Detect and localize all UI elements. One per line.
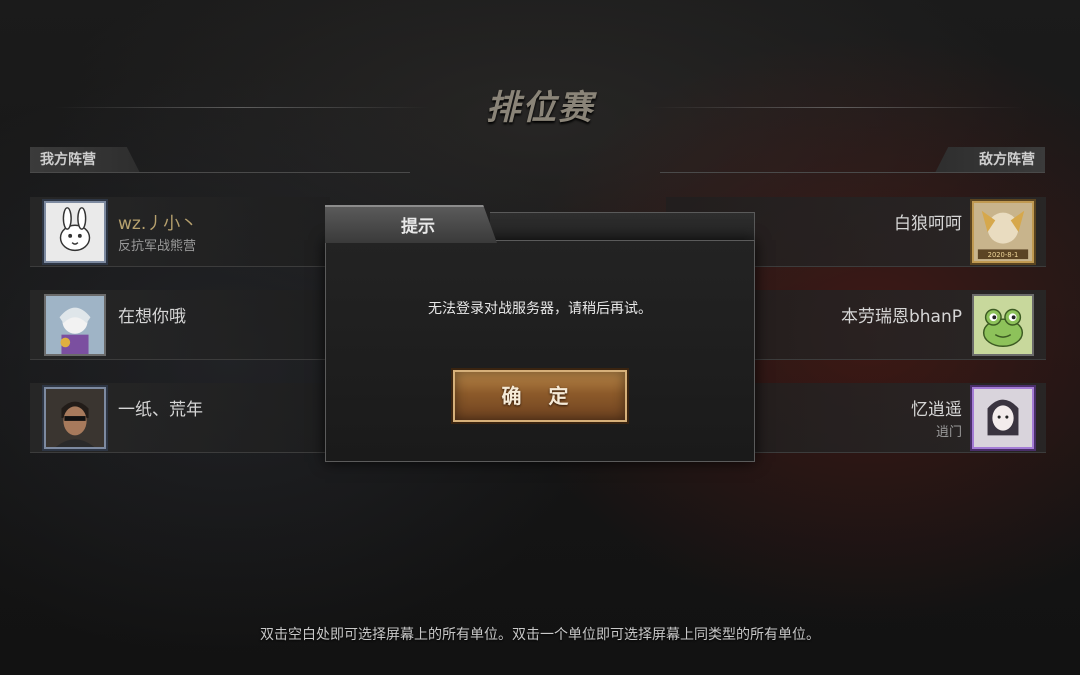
dialog-message: 无法登录对战服务器，请稍后再试。 [428,301,652,317]
my-team-divider [30,172,410,173]
avatar-badge-date: 2020-8-1 [988,251,1019,259]
rabbit-doodle-avatar-icon [46,203,104,261]
player-avatar [972,387,1034,449]
enemy-team-divider [660,172,1045,173]
player-avatar [972,294,1034,356]
player-name: 白狼呵呵 [894,214,962,234]
player-clan: 逍门 [935,425,962,440]
player-name: 一纸、荒年 [118,400,203,420]
my-team-label: 我方阵营 [30,147,140,173]
player-avatar [44,294,106,356]
player-name: 忆逍遥 [911,400,962,420]
dialog-title-bar [490,212,755,241]
my-player-row-1[interactable]: wz.丿小丶 反抗军战熊营 [30,197,330,267]
my-team-header: 我方阵营 [30,147,410,173]
player-name: wz.丿小丶 [118,214,198,234]
page-title: 排位赛 [486,88,594,128]
enemy-team-header: 敌方阵营 [660,147,1045,173]
enemy-team-label: 敌方阵营 [935,147,1045,173]
controls-hint: 双击空白处即可选择屏幕上的所有单位。双击一个单位即可选择屏幕上同类型的所有单位。 [260,627,820,643]
player-avatar [44,201,106,263]
dialog-body [325,240,755,462]
alert-dialog: 提示 无法登录对战服务器，请稍后再试。 确 定 [325,205,755,462]
purple-frame-avatar-icon [974,389,1032,447]
title-divider-left [55,107,430,108]
soldier-portrait-avatar-icon [46,389,104,447]
player-avatar [44,387,106,449]
gold-badge-avatar-icon: 2020-8-1 [974,203,1032,261]
my-player-row-3[interactable]: 一纸、荒年 [30,383,330,453]
player-name: 本劳瑞恩bhanP [840,307,962,327]
player-name: 在想你哦 [118,307,186,327]
title-divider-right [652,107,1024,108]
dialog-title: 提示 [401,217,435,237]
anime-avatar-icon [46,296,104,354]
player-clan: 反抗军战熊营 [118,239,197,254]
my-player-row-2[interactable]: 在想你哦 [30,290,330,360]
confirm-button[interactable]: 确 定 [453,370,627,422]
player-avatar: 2020-8-1 [972,201,1034,263]
frog-avatar-icon [974,296,1032,354]
